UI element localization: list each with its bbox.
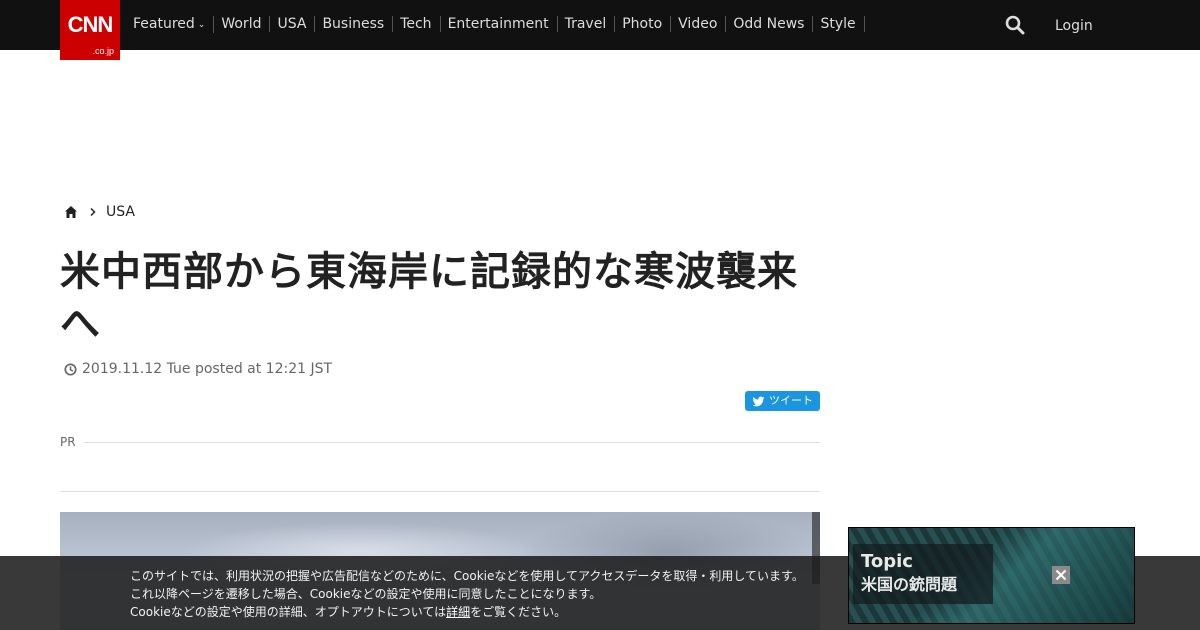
nav-item-entertainment[interactable]: Entertainment [441, 16, 558, 32]
topic-ad-banner[interactable]: Topic 米国の銃問題 [848, 527, 1135, 624]
chevron-right-icon [90, 207, 96, 217]
pr-divider: PR [60, 434, 820, 450]
nav-item-label: Featured [133, 15, 195, 32]
article-meta: 2019.11.12 Tue posted at 12:21 JST [64, 361, 332, 377]
close-icon[interactable] [1052, 566, 1070, 584]
logo-wordmark: CNN [67, 12, 114, 37]
pr-line [83, 441, 820, 443]
nav-item-photo[interactable]: Photo [615, 16, 672, 32]
cookie-line-2: これ以降ページを遷移した場合、Cookieなどの設定や使用に同意したことになりま… [130, 587, 602, 601]
twitter-bird-icon [752, 396, 765, 406]
logo-domain: .co.jp [92, 46, 114, 56]
breadcrumb: USA [64, 204, 135, 220]
cookie-line-3-tail: をご覧ください。 [470, 605, 567, 619]
login-link[interactable]: Login [1055, 18, 1093, 34]
nav-item-odd-news[interactable]: Odd News [726, 16, 814, 32]
clock-icon [64, 362, 77, 376]
top-nav-bar: Featured ⌄ World USA Business Tech Entert… [0, 0, 1200, 50]
nav-item-business[interactable]: Business [315, 16, 394, 32]
posted-timestamp: 2019.11.12 Tue posted at 12:21 JST [82, 361, 333, 377]
nav-item-usa[interactable]: USA [270, 16, 316, 32]
ad-title: Topic [861, 551, 913, 572]
tweet-button[interactable]: ツイート [745, 391, 820, 411]
nav-item-video[interactable]: Video [671, 16, 727, 32]
ad-subtitle: 米国の銃問題 [861, 575, 958, 594]
breadcrumb-item-usa[interactable]: USA [106, 204, 135, 220]
close-x-glyph [1055, 569, 1067, 581]
nav-item-featured[interactable]: Featured ⌄ [126, 15, 215, 33]
article-headline: 米中西部から東海岸に記録的な寒波襲来へ [60, 249, 798, 347]
cookie-line-1: このサイトでは、利用状況の把握や広告配信などのために、Cookieなどを使用して… [130, 569, 804, 583]
chevron-down-icon: ⌄ [197, 19, 206, 30]
home-icon[interactable] [64, 205, 78, 219]
cookie-line-3-text: Cookieなどの設定や使用の詳細、オプトアウトについては [130, 605, 447, 619]
nav-item-tech[interactable]: Tech [393, 16, 441, 32]
tweet-label: ツイート [769, 394, 813, 407]
pr-label: PR [60, 435, 76, 449]
nav-item-travel[interactable]: Travel [558, 16, 616, 32]
cookie-line-3: Cookieなどの設定や使用の詳細、オプトアウトについては詳細をご覧ください。 [130, 603, 830, 621]
nav-item-style[interactable]: Style [813, 16, 865, 32]
cookie-text: このサイトでは、利用状況の把握や広告配信などのために、Cookieなどを使用して… [130, 567, 830, 621]
cnn-logo[interactable]: CNN .co.jp [60, 0, 120, 60]
main-nav: Featured ⌄ World USA Business Tech Entert… [126, 15, 865, 33]
cookie-details-link[interactable]: 詳細 [446, 605, 470, 619]
section-divider [60, 491, 820, 492]
nav-item-world[interactable]: World [214, 16, 271, 32]
search-icon[interactable] [1005, 15, 1025, 35]
